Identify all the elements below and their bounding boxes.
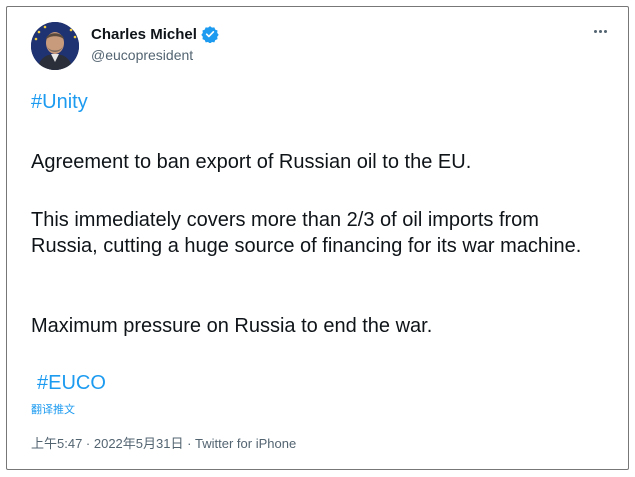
tweet-line-pressure: Maximum pressure on Russia to end the wa… [31,315,433,337]
author-name-row[interactable]: Charles Michel [91,25,219,44]
more-options-icon[interactable] [590,21,610,41]
tweet-meta: 上午5:47 · 2022年5月31日 · Twitter for iPhone [31,433,296,452]
avatar[interactable] [31,22,79,70]
hashtag-unity-link[interactable]: #Unity [31,91,88,113]
tweet-timestamp[interactable]: 上午5:47 · 2022年5月31日 · [31,436,195,451]
author-handle[interactable]: @eucopresident [91,47,193,63]
translate-tweet-link[interactable]: 翻译推文 [31,401,75,417]
tweet-line-coverage: This immediately covers more than 2/3 of… [31,209,582,257]
verified-badge-icon [201,25,219,44]
author-display-name[interactable]: Charles Michel [91,26,197,43]
tweet-line-agreement: Agreement to ban export of Russian oil t… [31,151,472,173]
tweet-source-link[interactable]: Twitter for iPhone [195,436,296,451]
tweet-card: Charles Michel @eucopresident #Unity Agr… [6,6,629,470]
hashtag-euco-link[interactable]: #EUCO [37,372,106,394]
